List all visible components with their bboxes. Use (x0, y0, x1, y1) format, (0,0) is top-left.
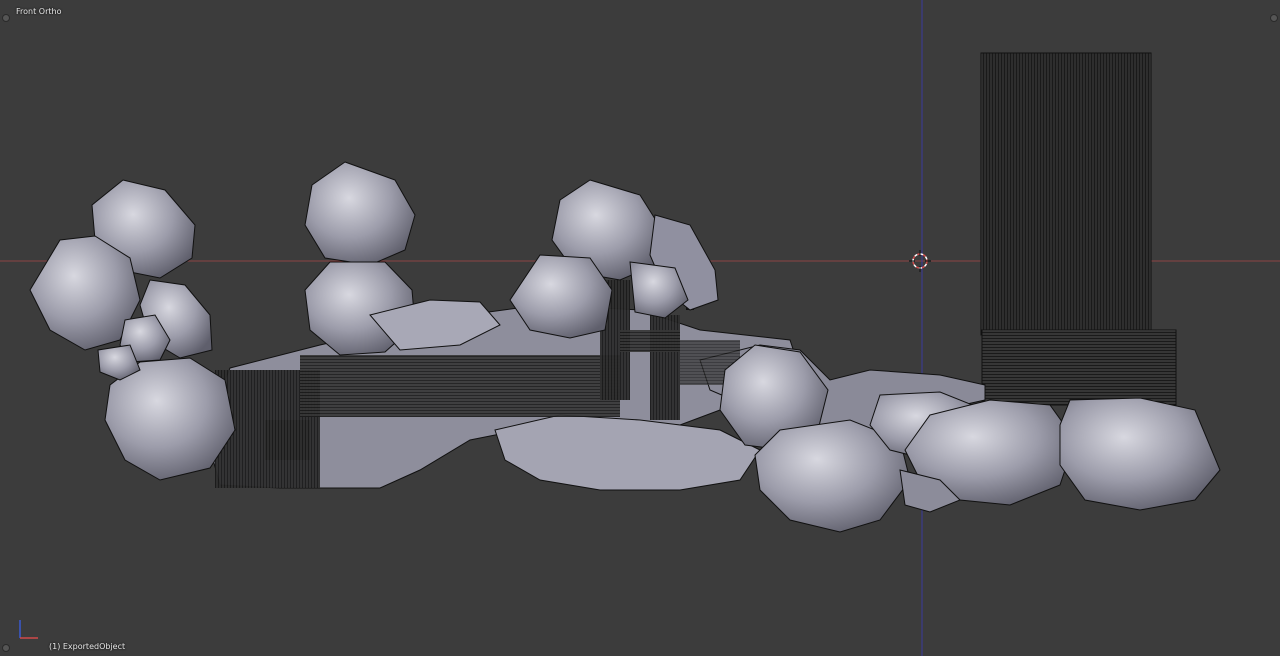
3d-viewport[interactable]: Front Ortho (1) ExportedObject (0, 0, 1280, 656)
rock-cluster-left[interactable] (29, 179, 236, 481)
viewport-corner-handle-icon[interactable] (1270, 14, 1278, 22)
active-object-label: (1) ExportedObject (49, 642, 126, 651)
rock-stack-center[interactable] (304, 161, 501, 356)
viewport-corner-handle-icon[interactable] (2, 14, 10, 22)
viewport-scene[interactable] (0, 0, 1280, 656)
pillar-mesh[interactable] (980, 52, 1177, 406)
viewport-corner-handle-icon[interactable] (2, 644, 10, 652)
axis-gizmo-icon (19, 620, 38, 639)
view-label: Front Ortho (16, 7, 62, 16)
